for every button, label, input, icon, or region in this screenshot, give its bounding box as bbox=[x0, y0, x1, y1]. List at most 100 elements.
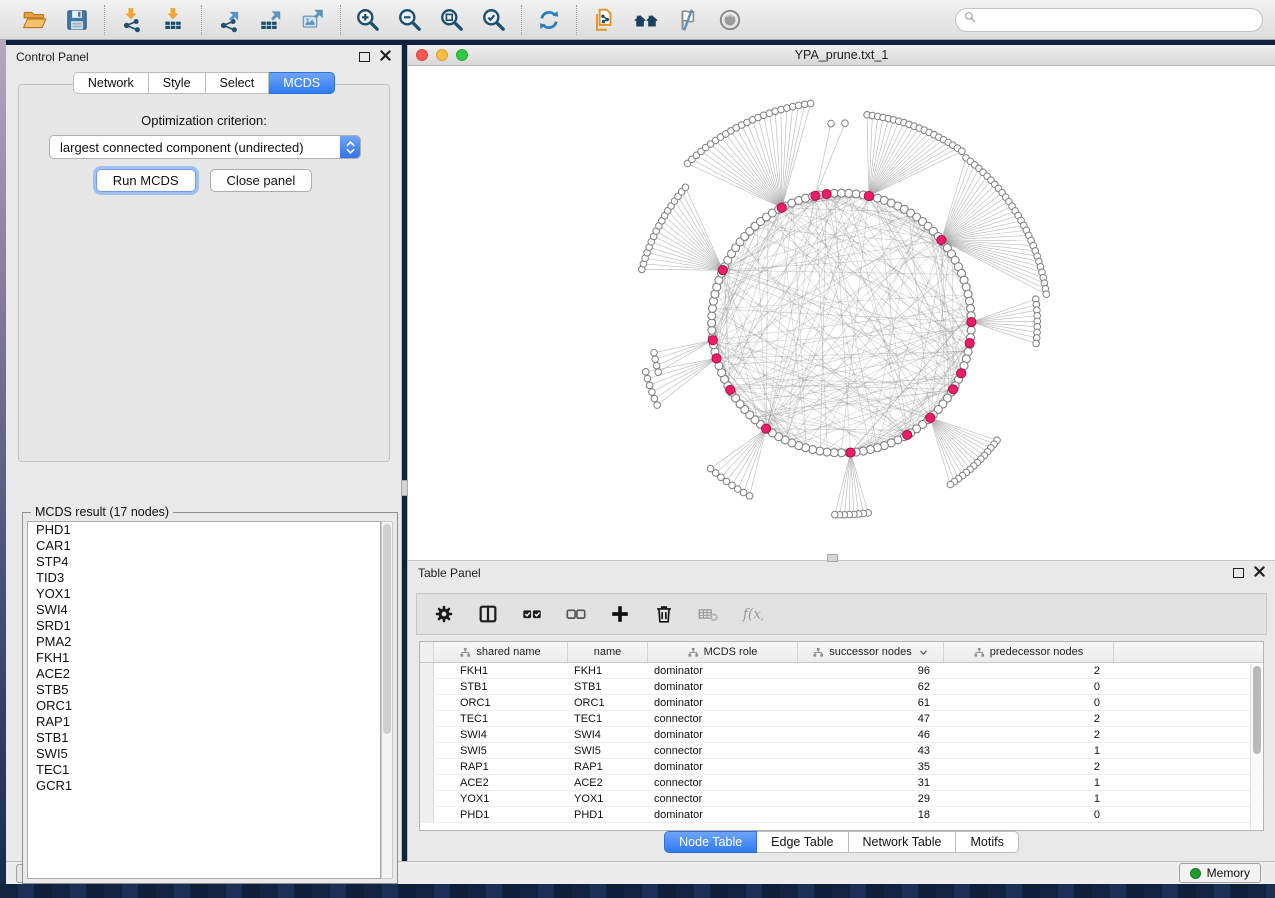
close-panel-button[interactable]: Close panel bbox=[210, 169, 313, 192]
mcds-result-item[interactable]: STP4 bbox=[28, 554, 380, 570]
column-header-name[interactable]: name bbox=[568, 642, 648, 662]
table-cell-successor_nodes[interactable]: 31 bbox=[798, 775, 944, 790]
table-row[interactable]: PHD1PHD1dominator180 bbox=[420, 807, 1263, 823]
graph-leaf-node[interactable] bbox=[842, 120, 849, 127]
close-panel-icon[interactable] bbox=[380, 48, 391, 66]
graph-leaf-node[interactable] bbox=[651, 395, 658, 402]
tab-mcds[interactable]: MCDS bbox=[269, 72, 335, 94]
memory-button[interactable]: Memory bbox=[1179, 863, 1261, 883]
table-cell-mcds_role[interactable]: connector bbox=[648, 791, 798, 806]
table-cell-name[interactable]: YOX1 bbox=[568, 791, 648, 806]
graph-hub-node[interactable] bbox=[761, 424, 770, 433]
graph-hub-node[interactable] bbox=[822, 189, 831, 198]
tab-style[interactable]: Style bbox=[149, 72, 206, 94]
sort-chevron-icon[interactable] bbox=[919, 648, 928, 657]
graph-hub-node[interactable] bbox=[957, 369, 966, 378]
float-panel-icon[interactable] bbox=[359, 52, 370, 62]
mcds-result-item[interactable]: SWI5 bbox=[28, 746, 380, 762]
mcds-result-item[interactable]: FKH1 bbox=[28, 650, 380, 666]
graph-hub-node[interactable] bbox=[926, 413, 935, 422]
zoom-selected-icon[interactable] bbox=[479, 5, 509, 35]
tab-edge-table[interactable]: Edge Table bbox=[757, 831, 848, 853]
table-cell-shared_name[interactable]: SWI4 bbox=[434, 727, 568, 742]
network-canvas[interactable] bbox=[408, 66, 1275, 559]
graph-leaf-node[interactable] bbox=[653, 362, 660, 369]
table-row[interactable]: SWI5SWI5connector431 bbox=[420, 743, 1263, 759]
graph-hub-node[interactable] bbox=[949, 385, 958, 394]
graph-leaf-node[interactable] bbox=[807, 100, 814, 107]
search-box[interactable] bbox=[955, 8, 1263, 32]
table-cell-mcds_role[interactable]: dominator bbox=[648, 807, 798, 822]
table-cell-predecessor_nodes[interactable]: 0 bbox=[944, 807, 1114, 822]
graph-leaf-node[interactable] bbox=[654, 402, 661, 409]
table-cell-mcds_role[interactable]: dominator bbox=[648, 759, 798, 774]
table-cell-name[interactable]: RAP1 bbox=[568, 759, 648, 774]
graph-leaf-node[interactable] bbox=[649, 389, 656, 396]
network-window-titlebar[interactable]: YPA_prune.txt_1 bbox=[408, 45, 1275, 66]
graph-leaf-node[interactable] bbox=[652, 356, 659, 363]
table-cell-predecessor_nodes[interactable]: 2 bbox=[944, 759, 1114, 774]
table-cell-name[interactable]: TEC1 bbox=[568, 711, 648, 726]
graph-leaf-node[interactable] bbox=[1033, 340, 1040, 347]
houses-icon[interactable] bbox=[631, 5, 661, 35]
table-cell-successor_nodes[interactable]: 43 bbox=[798, 743, 944, 758]
mcds-result-item[interactable]: GCR1 bbox=[28, 778, 380, 794]
table-row[interactable]: ORC1ORC1dominator610 bbox=[420, 695, 1263, 711]
table-cell-shared_name[interactable]: RAP1 bbox=[434, 759, 568, 774]
table-cell-mcds_role[interactable]: connector bbox=[648, 743, 798, 758]
table-cell-successor_nodes[interactable]: 29 bbox=[798, 791, 944, 806]
table-row[interactable]: SWI4SWI4dominator462 bbox=[420, 727, 1263, 743]
mcds-result-item[interactable]: CAR1 bbox=[28, 538, 380, 554]
import-network-icon[interactable] bbox=[117, 5, 147, 35]
graph-hub-node[interactable] bbox=[903, 430, 912, 439]
graph-hub-node[interactable] bbox=[726, 385, 735, 394]
optimization-criterion-select[interactable]: largest connected component (undirected) bbox=[49, 135, 361, 159]
table-cell-predecessor_nodes[interactable]: 0 bbox=[944, 679, 1114, 694]
export-table-icon[interactable] bbox=[256, 5, 286, 35]
split-columns-icon[interactable] bbox=[477, 603, 499, 625]
table-cell-name[interactable]: FKH1 bbox=[568, 663, 648, 678]
export-network-icon[interactable] bbox=[214, 5, 244, 35]
table-cell-predecessor_nodes[interactable]: 1 bbox=[944, 775, 1114, 790]
graph-leaf-node[interactable] bbox=[682, 184, 689, 191]
tab-motifs[interactable]: Motifs bbox=[956, 831, 1018, 853]
column-header-successor-nodes[interactable]: successor nodes bbox=[798, 642, 944, 662]
table-cell-predecessor_nodes[interactable]: 2 bbox=[944, 727, 1114, 742]
graph-leaf-node[interactable] bbox=[947, 481, 954, 488]
mcds-result-scrollbar[interactable] bbox=[381, 521, 393, 879]
table-cell-name[interactable]: ORC1 bbox=[568, 695, 648, 710]
graph-leaf-node[interactable] bbox=[1043, 291, 1050, 298]
mcds-result-item[interactable]: SRD1 bbox=[28, 618, 380, 634]
table-cell-shared_name[interactable]: SWI5 bbox=[434, 743, 568, 758]
zoom-in-icon[interactable] bbox=[353, 5, 383, 35]
tab-network[interactable]: Network bbox=[73, 72, 149, 94]
plus-icon[interactable] bbox=[609, 603, 631, 625]
mcds-result-item[interactable]: SWI4 bbox=[28, 602, 380, 618]
mcds-result-item[interactable]: RAP1 bbox=[28, 714, 380, 730]
tab-network-table[interactable]: Network Table bbox=[849, 831, 957, 853]
table-cell-mcds_role[interactable]: dominator bbox=[648, 727, 798, 742]
column-header-MCDS-role[interactable]: MCDS role bbox=[648, 642, 798, 662]
graph-leaf-node[interactable] bbox=[746, 493, 753, 500]
table-scrollbar[interactable] bbox=[1250, 664, 1262, 829]
column-header-predecessor-nodes[interactable]: predecessor nodes bbox=[944, 642, 1114, 662]
trash-icon[interactable] bbox=[653, 603, 675, 625]
table-cell-name[interactable]: PHD1 bbox=[568, 807, 648, 822]
node-table[interactable]: shared namenameMCDS rolesuccessor nodesp… bbox=[419, 641, 1264, 831]
graph-hub-node[interactable] bbox=[811, 191, 820, 200]
table-cell-shared_name[interactable]: STB1 bbox=[434, 679, 568, 694]
table-cell-successor_nodes[interactable]: 96 bbox=[798, 663, 944, 678]
table-cell-successor_nodes[interactable]: 62 bbox=[798, 679, 944, 694]
refresh-icon[interactable] bbox=[534, 5, 564, 35]
table-cell-predecessor_nodes[interactable]: 1 bbox=[944, 743, 1114, 758]
graph-leaf-node[interactable] bbox=[795, 102, 802, 109]
flag-icon[interactable] bbox=[673, 5, 703, 35]
table-cell-predecessor_nodes[interactable]: 0 bbox=[944, 695, 1114, 710]
mcds-result-item[interactable]: TEC1 bbox=[28, 762, 380, 778]
table-cell-successor_nodes[interactable]: 47 bbox=[798, 711, 944, 726]
save-icon[interactable] bbox=[62, 5, 92, 35]
graph-leaf-node[interactable] bbox=[646, 382, 653, 389]
table-cell-predecessor_nodes[interactable]: 1 bbox=[944, 791, 1114, 806]
table-cell-successor_nodes[interactable]: 61 bbox=[798, 695, 944, 710]
mcds-result-item[interactable]: PMA2 bbox=[28, 634, 380, 650]
